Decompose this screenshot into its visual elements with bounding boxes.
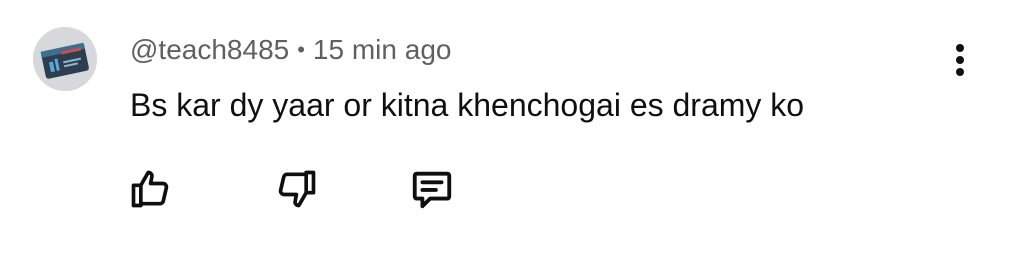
like-button[interactable] xyxy=(125,164,175,214)
comment-card: @teach8485 • 15 min ago Bs kar dy yaar or … xyxy=(0,0,1024,267)
reply-button[interactable] xyxy=(407,164,457,214)
more-options-button[interactable] xyxy=(940,36,980,84)
author-handle[interactable]: @teach8485 xyxy=(130,34,289,65)
comment-timestamp[interactable]: 15 min ago xyxy=(313,34,452,65)
thumbs-down-icon xyxy=(278,170,316,208)
comment-text: Bs kar dy yaar or kitna khenchogai es dr… xyxy=(130,87,805,123)
avatar-image xyxy=(33,27,97,91)
reply-comment-icon xyxy=(412,171,452,209)
meta-separator: • xyxy=(297,37,305,62)
thumbs-up-icon xyxy=(131,170,169,208)
more-vert-icon xyxy=(956,44,964,76)
dislike-button[interactable] xyxy=(272,164,322,214)
comment-meta: @teach8485 • 15 min ago xyxy=(130,30,451,70)
avatar[interactable] xyxy=(33,27,97,91)
